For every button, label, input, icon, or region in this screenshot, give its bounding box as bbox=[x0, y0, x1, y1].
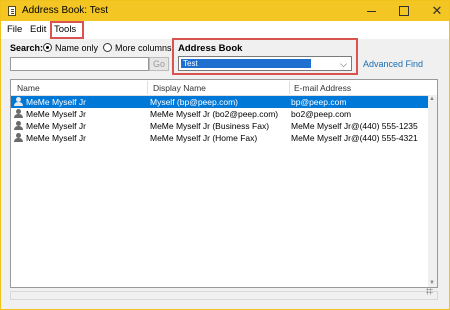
name-only-radio[interactable] bbox=[43, 43, 52, 52]
cell-email: MeMe Myself Jr@(440) 555-1235 bbox=[291, 121, 418, 131]
column-header-display-name[interactable]: Display Name bbox=[153, 83, 206, 93]
chevron-down-icon[interactable]: ⌵ bbox=[340, 59, 347, 70]
horizontal-scrollbar[interactable] bbox=[10, 288, 438, 300]
table-row[interactable]: MeMe Myself Jr Myself (bp@peep.com) bp@p… bbox=[11, 96, 437, 108]
cell-display-name: Myself (bp@peep.com) bbox=[150, 97, 238, 107]
scroll-down-icon[interactable]: ▼ bbox=[429, 280, 435, 286]
minimize-button[interactable] bbox=[355, 1, 387, 21]
contact-icon bbox=[14, 121, 23, 130]
column-divider[interactable] bbox=[289, 81, 290, 94]
table-row[interactable]: MeMe Myself Jr MeMe Myself Jr (bo2@peep.… bbox=[11, 108, 437, 120]
address-book-icon bbox=[8, 6, 16, 16]
address-book-window: Address Book: Test ✕ File Edit Tools Sea… bbox=[0, 0, 450, 310]
menu-file[interactable]: File bbox=[7, 24, 22, 35]
contact-icon bbox=[14, 133, 23, 142]
resize-grip-icon[interactable] bbox=[426, 288, 433, 295]
table-row[interactable]: MeMe Myself Jr MeMe Myself Jr (Home Fax)… bbox=[11, 132, 437, 144]
vertical-scrollbar[interactable]: ▲ ▼ bbox=[428, 95, 437, 287]
cell-display-name: MeMe Myself Jr (bo2@peep.com) bbox=[150, 109, 279, 119]
maximize-icon bbox=[399, 6, 409, 17]
more-columns-radio[interactable] bbox=[103, 43, 112, 52]
window-title: Address Book: Test bbox=[22, 5, 108, 16]
address-book-label: Address Book bbox=[178, 43, 243, 54]
search-label: Search: bbox=[10, 43, 44, 53]
cell-display-name: MeMe Myself Jr (Business Fax) bbox=[150, 121, 270, 131]
cell-email: bp@peep.com bbox=[291, 97, 347, 107]
title-bar[interactable]: Address Book: Test ✕ bbox=[1, 1, 449, 21]
cell-display-name: MeMe Myself Jr (Home Fax) bbox=[150, 133, 258, 143]
contact-icon bbox=[14, 109, 23, 118]
address-book-dropdown[interactable]: Test ⌵ bbox=[178, 56, 352, 71]
cell-name: MeMe Myself Jr bbox=[26, 97, 86, 107]
address-book-selected-value: Test bbox=[181, 59, 311, 68]
maximize-button[interactable] bbox=[388, 1, 420, 21]
tools-highlight-box bbox=[50, 21, 84, 39]
search-input[interactable] bbox=[10, 57, 149, 71]
menu-edit[interactable]: Edit bbox=[30, 24, 46, 35]
cell-email: MeMe Myself Jr@(440) 555-4321 bbox=[291, 133, 418, 143]
contact-icon bbox=[14, 97, 23, 106]
contacts-list[interactable]: Name Display Name E-mail Address MeMe My… bbox=[10, 79, 438, 288]
minimize-icon bbox=[366, 10, 376, 12]
cell-name: MeMe Myself Jr bbox=[26, 109, 86, 119]
name-only-label[interactable]: Name only bbox=[55, 43, 98, 53]
column-header-email[interactable]: E-mail Address bbox=[294, 83, 351, 93]
column-divider[interactable] bbox=[147, 81, 148, 94]
go-button[interactable]: Go bbox=[149, 57, 169, 71]
more-columns-label[interactable]: More columns bbox=[115, 43, 172, 53]
table-row[interactable]: MeMe Myself Jr MeMe Myself Jr (Business … bbox=[11, 120, 437, 132]
advanced-find-link[interactable]: Advanced Find bbox=[363, 59, 423, 69]
scroll-up-icon[interactable]: ▲ bbox=[429, 96, 435, 102]
close-icon: ✕ bbox=[431, 3, 443, 18]
close-button[interactable]: ✕ bbox=[421, 1, 450, 21]
column-header-name[interactable]: Name bbox=[17, 83, 40, 93]
cell-name: MeMe Myself Jr bbox=[26, 133, 86, 143]
cell-name: MeMe Myself Jr bbox=[26, 121, 86, 131]
list-header: Name Display Name E-mail Address bbox=[11, 80, 437, 96]
cell-email: bo2@peep.com bbox=[291, 109, 352, 119]
